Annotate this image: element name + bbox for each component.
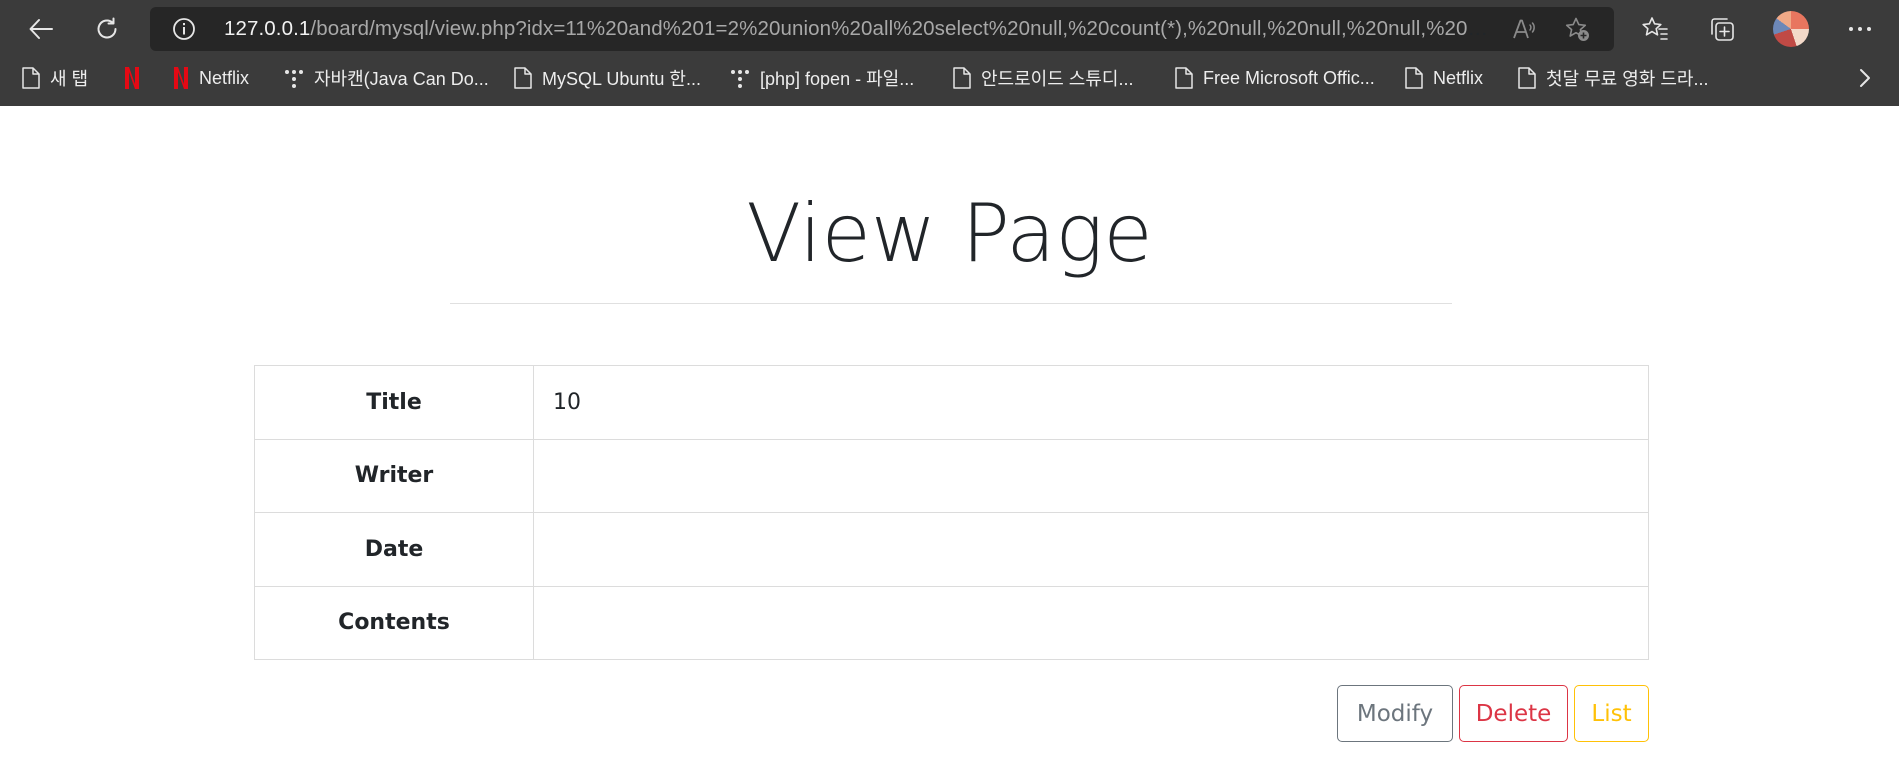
bookmark-netflix-page[interactable]: Netflix <box>1405 58 1483 98</box>
table-row: Contents <box>254 585 1649 660</box>
bookmark-label: 자바캔(Java Can Do... <box>314 69 489 89</box>
page-icon <box>22 67 40 89</box>
table-row: Title 10 <box>254 365 1649 440</box>
bookmark-label: 첫달 무료 영화 드라... <box>1546 69 1709 89</box>
browser-chrome: 127.0.0.1/board/mysql/view.php?idx=11%20… <box>0 0 1899 106</box>
collections-icon <box>1711 18 1734 41</box>
profile-avatar[interactable] <box>1773 11 1809 47</box>
more-options-icon <box>1849 27 1871 31</box>
address-bar[interactable]: 127.0.0.1/board/mysql/view.php?idx=11%20… <box>150 7 1614 51</box>
bookmark-label: [php] fopen - 파일... <box>760 69 915 89</box>
back-arrow-icon <box>29 19 53 39</box>
bookmarks-bar: 새 탭 Netflix 자바캔(Java Can Do... MySQL Ubu… <box>0 58 1899 106</box>
page-icon <box>1518 67 1536 89</box>
bookmark-netflix[interactable]: Netflix <box>173 58 249 98</box>
bookmark-free-movies[interactable]: 첫달 무료 영화 드라... <box>1518 58 1709 98</box>
site-info-icon[interactable] <box>172 17 196 41</box>
dots-icon <box>731 70 749 88</box>
page-icon <box>1405 67 1423 89</box>
title-label: Title <box>254 365 534 440</box>
writer-label: Writer <box>254 438 534 513</box>
date-label: Date <box>254 512 534 587</box>
page-icon <box>953 67 971 89</box>
table-row: Date <box>254 512 1649 587</box>
url-host: 127.0.0.1 <box>224 17 311 40</box>
modify-button[interactable]: Modify <box>1337 685 1453 742</box>
bookmark-android-studio[interactable]: 안드로이드 스튜디... <box>953 58 1133 98</box>
url-path: /board/mysql/view.php?idx=11%20and%201=2… <box>310 17 1494 40</box>
settings-menu-button[interactable] <box>1839 8 1881 50</box>
table-row: Writer <box>254 438 1649 513</box>
bookmark-label: 새 탭 <box>50 69 89 89</box>
bookmark-php-fopen[interactable]: [php] fopen - 파일... <box>730 58 914 98</box>
favorites-button[interactable] <box>1634 8 1676 50</box>
collections-button[interactable] <box>1701 8 1743 50</box>
bookmark-label: 안드로이드 스튜디... <box>981 69 1134 89</box>
contents-value <box>533 585 1649 660</box>
netflix-icon <box>174 67 188 89</box>
refresh-icon <box>97 17 117 39</box>
bookmark-javacan[interactable]: 자바캔(Java Can Do... <box>284 58 489 98</box>
delete-button[interactable]: Delete <box>1459 685 1568 742</box>
favorites-icon <box>1642 17 1668 40</box>
browser-toolbar: 127.0.0.1/board/mysql/view.php?idx=11%20… <box>0 0 1899 58</box>
read-aloud-icon[interactable] <box>1512 17 1536 41</box>
bookmark-free-office[interactable]: Free Microsoft Offic... <box>1175 58 1375 98</box>
back-button[interactable] <box>20 8 62 50</box>
bookmark-label: MySQL Ubuntu 한... <box>542 69 701 89</box>
bookmark-label: Netflix <box>1433 67 1484 88</box>
chevron-right-icon[interactable] <box>1852 66 1876 90</box>
page-title: View Page <box>746 187 1153 280</box>
url-text[interactable]: 127.0.0.1/board/mysql/view.php?idx=11%20… <box>224 7 1494 51</box>
bookmark-mysql-ubuntu[interactable]: MySQL Ubuntu 한... <box>514 58 701 98</box>
refresh-button[interactable] <box>86 8 128 50</box>
bookmark-netflix-icon-only[interactable] <box>124 58 150 98</box>
title-value: 10 <box>533 365 1649 440</box>
contents-label: Contents <box>254 585 534 660</box>
page-icon <box>514 67 532 89</box>
netflix-icon <box>125 67 139 89</box>
bookmark-new-tab[interactable]: 새 탭 <box>22 58 88 98</box>
title-divider <box>450 303 1452 304</box>
add-favorite-icon[interactable] <box>1564 16 1590 42</box>
dots-icon <box>285 70 303 88</box>
date-value <box>533 512 1649 587</box>
post-detail-table: Title 10 Writer Date Contents <box>254 365 1649 660</box>
bookmark-label: Netflix <box>199 67 250 88</box>
writer-value <box>533 438 1649 513</box>
bookmark-label: Free Microsoft Offic... <box>1203 67 1375 88</box>
list-button[interactable]: List <box>1574 685 1649 742</box>
page-icon <box>1175 67 1193 89</box>
